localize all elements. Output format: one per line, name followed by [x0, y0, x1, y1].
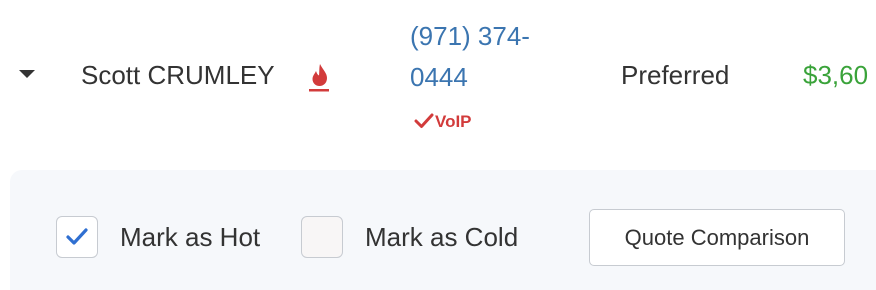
lead-premium: $3,60 [803, 60, 869, 90]
lead-row: Scott CRUMLEY (971) 374-0444 VoIP Prefer… [0, 0, 876, 150]
mark-hot-label[interactable]: Mark as Hot [120, 222, 260, 253]
voip-badge: VoIP [414, 112, 472, 132]
mark-cold-checkbox[interactable] [301, 216, 343, 258]
checkmark-icon [66, 228, 88, 245]
lead-status: Preferred [621, 60, 730, 90]
mark-hot-checkbox[interactable] [56, 216, 98, 258]
flame-icon[interactable] [307, 61, 331, 93]
mark-cold-label[interactable]: Mark as Cold [365, 222, 518, 253]
quote-comparison-button[interactable]: Quote Comparison [589, 209, 845, 266]
lead-actions-panel: Mark as Hot Mark as Cold Quote Compariso… [10, 170, 876, 290]
caret-down-icon[interactable] [19, 70, 35, 78]
checkmark-icon [414, 113, 434, 128]
voip-label: VoIP [435, 112, 472, 131]
phone-link[interactable]: (971) 374-0444 [410, 16, 560, 98]
lead-name: Scott CRUMLEY [81, 60, 275, 90]
